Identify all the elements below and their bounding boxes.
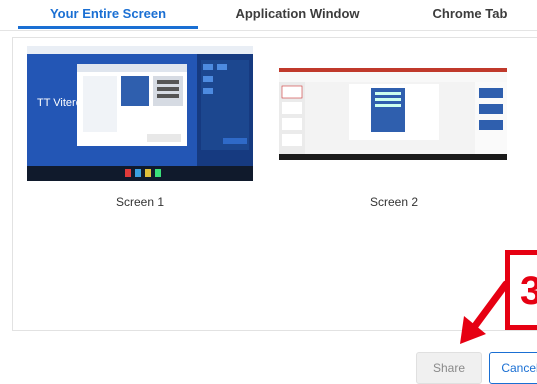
screen-2-preview (279, 68, 507, 160)
screen-1-preview-text: TT Vitero (37, 97, 82, 109)
step-callout: 3 (505, 250, 537, 330)
screen-1-preview: TT Vitero (27, 46, 253, 181)
tab-chrome-tab[interactable]: Chrome Tab (395, 0, 537, 28)
tab-application-window[interactable]: Application Window (215, 0, 380, 28)
screen-2-label: Screen 2 (369, 195, 419, 209)
share-button[interactable]: Share (416, 352, 482, 384)
cancel-button[interactable]: Cancel (489, 352, 537, 384)
source-tabs: Your Entire Screen Application Window Ch… (0, 0, 537, 31)
tab-entire-screen[interactable]: Your Entire Screen (18, 0, 198, 29)
screen-1-label: Screen 1 (115, 195, 165, 209)
screen-1-thumbnail[interactable]: TT Vitero (27, 46, 253, 181)
step-number: 3 (520, 269, 537, 313)
screen-2-thumbnail[interactable] (279, 68, 507, 160)
